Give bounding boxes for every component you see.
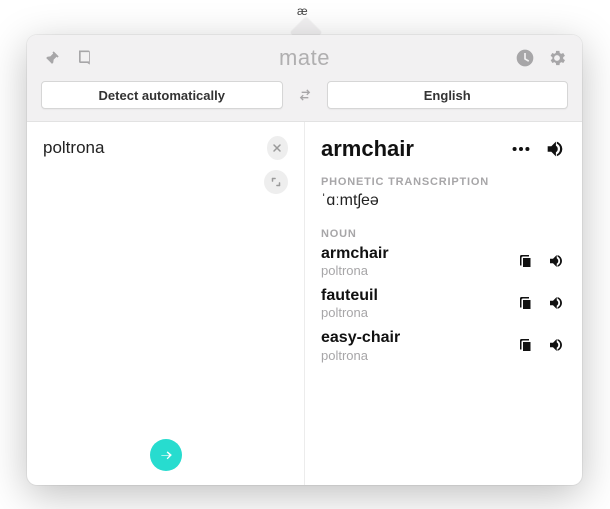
definition-row: fauteuil poltrona (321, 286, 566, 320)
definition-row: easy-chair poltrona (321, 328, 566, 362)
definition-back: poltrona (321, 305, 378, 320)
copy-icon[interactable] (516, 293, 536, 313)
clear-input-button[interactable] (267, 136, 288, 160)
header: mate Detect automatically English (27, 35, 582, 122)
definition-term: armchair (321, 244, 389, 263)
target-language-button[interactable]: English (327, 81, 569, 109)
phonetic-tag: æ (297, 4, 308, 18)
history-icon[interactable] (514, 47, 536, 69)
translate-button[interactable] (150, 439, 182, 471)
source-language-button[interactable]: Detect automatically (41, 81, 283, 109)
definition-back: poltrona (321, 348, 400, 363)
speak-result-icon[interactable] (544, 138, 566, 160)
result-pane: armchair PHONETIC TRANSCRIPTION ˈɑːmtʃeə… (305, 122, 582, 485)
popover: mate Detect automatically English (27, 35, 582, 485)
phonetic-label: PHONETIC TRANSCRIPTION (321, 176, 566, 188)
input-pane (27, 122, 305, 485)
phonetic-value: ˈɑːmtʃeə (321, 192, 566, 210)
copy-icon[interactable] (516, 251, 536, 271)
copy-icon[interactable] (516, 335, 536, 355)
speak-icon[interactable] (546, 293, 566, 313)
speak-icon[interactable] (546, 251, 566, 271)
pos-label: NOUN (321, 228, 566, 240)
source-input[interactable] (43, 138, 261, 158)
pin-icon[interactable] (41, 47, 63, 69)
more-icon[interactable] (510, 138, 532, 160)
definition-term: fauteuil (321, 286, 378, 305)
settings-icon[interactable] (546, 47, 568, 69)
swap-languages-button[interactable] (291, 81, 319, 109)
speak-icon[interactable] (546, 335, 566, 355)
app-title: mate (279, 45, 330, 71)
definition-back: poltrona (321, 263, 389, 278)
definition-row: armchair poltrona (321, 244, 566, 278)
expand-input-button[interactable] (264, 170, 288, 194)
definition-term: easy-chair (321, 328, 400, 347)
phrasebook-icon[interactable] (73, 47, 95, 69)
definition-list: armchair poltrona fauteuil poltrona (321, 244, 566, 363)
result-word: armchair (321, 136, 414, 162)
